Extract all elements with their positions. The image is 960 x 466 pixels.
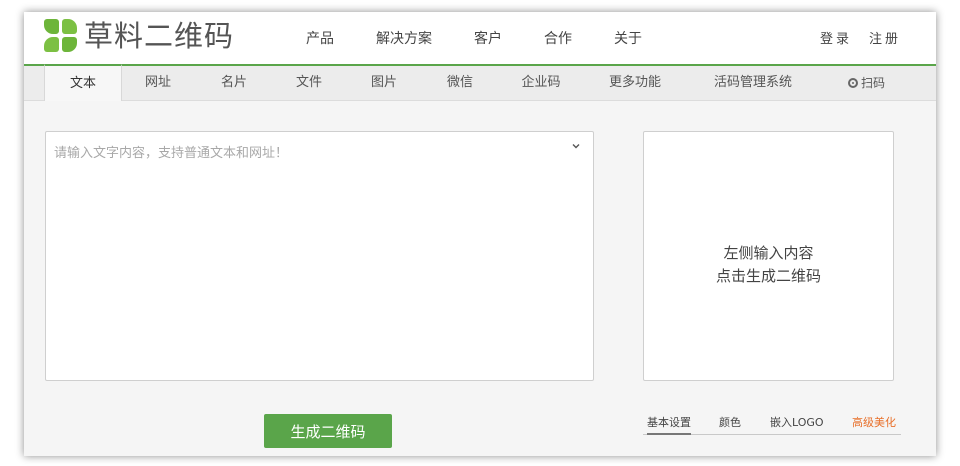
tab-wechat[interactable]: 微信	[436, 66, 484, 100]
scan-button[interactable]: 扫码	[848, 66, 885, 100]
tab-live-code[interactable]: 活码管理系统	[708, 66, 798, 100]
tab-text[interactable]: 文本	[44, 64, 122, 101]
logo-icon	[44, 19, 78, 53]
option-color[interactable]: 颜色	[719, 414, 741, 430]
tab-enterprise[interactable]: 企业码	[512, 66, 570, 100]
generate-qr-button[interactable]: 生成二维码	[264, 414, 392, 448]
nav-item-cooperation[interactable]: 合作	[544, 28, 572, 48]
option-advanced-beautify[interactable]: 高级美化	[852, 414, 896, 430]
text-input-placeholder: 请输入文字内容，支持普通文本和网址！	[54, 146, 289, 161]
tab-file[interactable]: 文件	[285, 66, 333, 100]
logo[interactable]: 草料二维码	[44, 17, 234, 55]
login-link[interactable]: 登录	[820, 28, 852, 47]
text-input-area[interactable]: 请输入文字内容，支持普通文本和网址！	[45, 131, 594, 381]
preview-hint-line2: 点击生成二维码	[715, 267, 821, 285]
register-link[interactable]: 注册	[869, 28, 901, 47]
chevron-down-icon[interactable]	[571, 141, 581, 151]
function-tabs: 文本 网址 名片 文件 图片 微信 企业码 更多功能 活码管理系统 扫码	[24, 64, 936, 101]
preview-hint-line1: 左侧输入内容	[723, 244, 814, 262]
tab-card[interactable]: 名片	[210, 66, 258, 100]
nav-item-customers[interactable]: 客户	[474, 28, 502, 48]
style-options-tabs: 基本设置 颜色 嵌入LOGO 高级美化	[643, 410, 901, 435]
qr-preview-panel: 左侧输入内容 点击生成二维码	[643, 131, 894, 381]
option-basic-settings[interactable]: 基本设置	[647, 414, 691, 435]
app-window: 草料二维码 产品 解决方案 客户 合作 关于 登录 注册 文本 网址 名片 文件…	[24, 12, 936, 456]
nav-item-solutions[interactable]: 解决方案	[376, 28, 432, 48]
scan-icon	[848, 78, 858, 88]
nav-item-products[interactable]: 产品	[306, 28, 334, 48]
tab-more[interactable]: 更多功能	[604, 66, 666, 100]
logo-text: 草料二维码	[84, 18, 235, 53]
option-embed-logo[interactable]: 嵌入LOGO	[770, 414, 824, 430]
tab-url[interactable]: 网址	[134, 66, 182, 100]
tab-image[interactable]: 图片	[360, 66, 408, 100]
top-header: 草料二维码 产品 解决方案 客户 合作 关于 登录 注册	[24, 12, 936, 66]
nav-item-about[interactable]: 关于	[614, 28, 642, 48]
scan-label: 扫码	[861, 76, 886, 90]
